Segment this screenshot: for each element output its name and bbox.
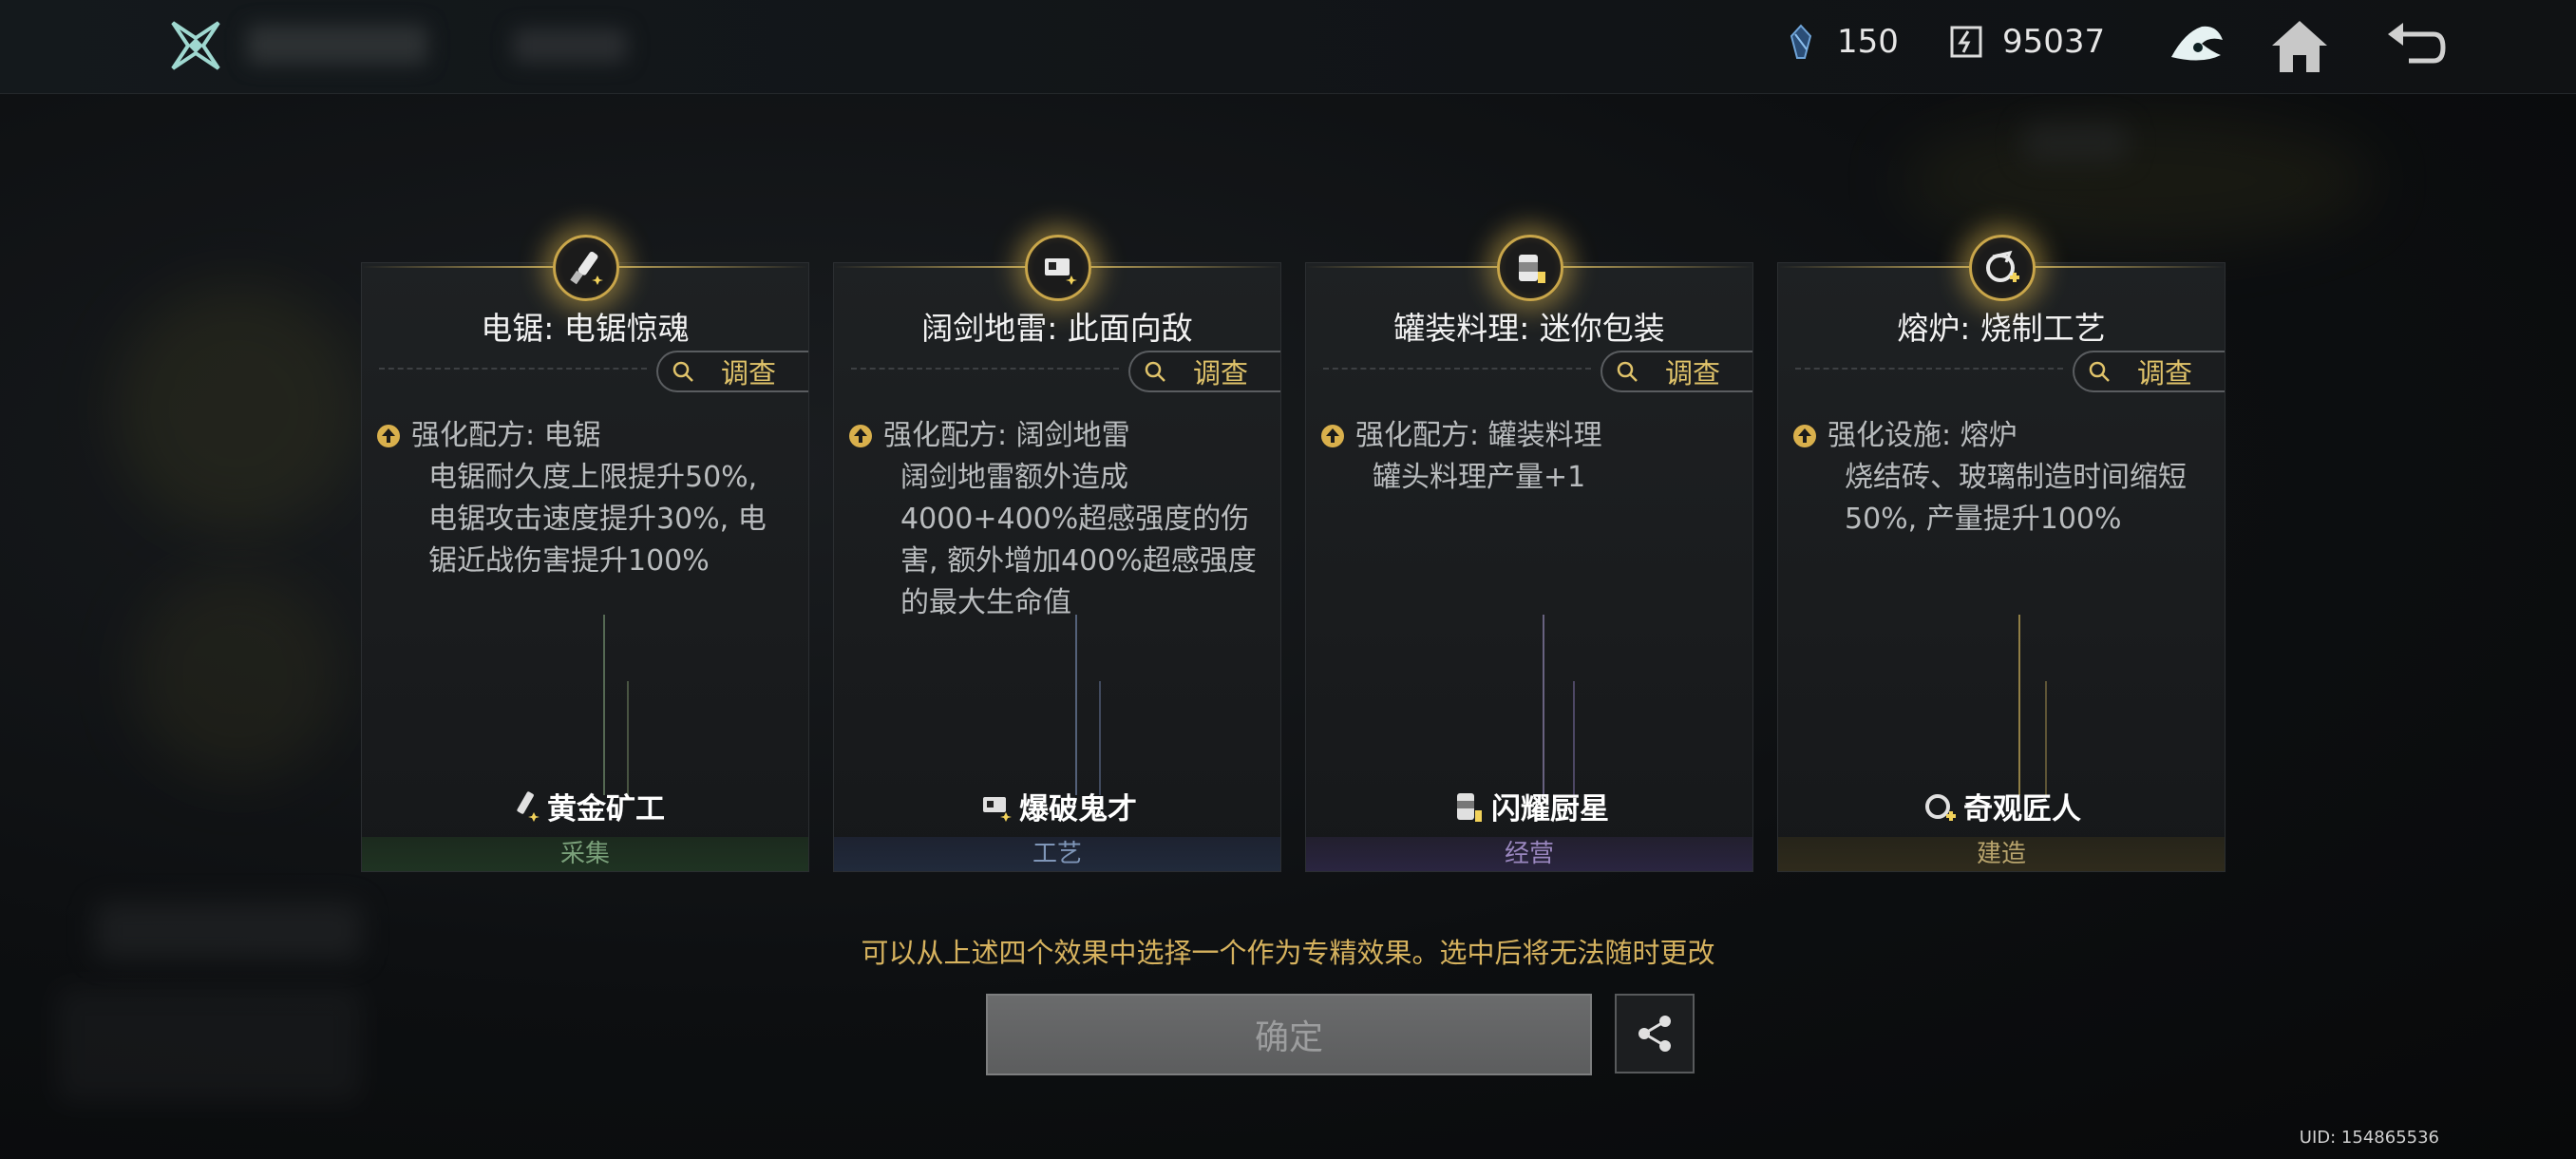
card-emblem [1025, 235, 1091, 301]
top-bar: 150 95037 [0, 0, 2576, 94]
upgrade-icon [377, 425, 400, 447]
card-description: 强化设施: 熔炉 烧结砖、玻璃制造时间缩短50%, 产量提升100% [1791, 415, 2204, 541]
role-name: 爆破鬼才 [1019, 792, 1137, 826]
investigate-label: 调查 [1193, 357, 1249, 390]
effect-card-canned-food[interactable]: 罐装料理: 迷你包装 调查 强化配方: 罐装料理 罐头料理产量+1 闪耀厨星 经… [1305, 235, 1753, 872]
uid-label: UID: 154865536 [2299, 1128, 2439, 1148]
divider [1795, 368, 2063, 370]
investigate-label: 调查 [721, 357, 777, 390]
description-head: 强化配方: 罐装料理 [1355, 419, 1602, 452]
description-body: 电锯耐久度上限提升50%, 电锯攻击速度提升30%, 电锯近战伤害提升100% [428, 461, 767, 578]
confirm-button[interactable]: 确定 [986, 994, 1592, 1075]
description-head: 强化设施: 熔炉 [1828, 419, 2017, 452]
card-emblem [1969, 235, 2036, 301]
can-icon [1519, 255, 1545, 283]
upgrade-icon [849, 425, 872, 447]
role-name: 闪耀厨星 [1491, 792, 1609, 826]
glow-rays [2018, 615, 2047, 795]
card-title: 阔剑地雷: 此面向敌 [921, 310, 1193, 347]
upgrade-icon [1321, 425, 1344, 447]
chainsaw-icon [570, 251, 603, 285]
blurred-subtitle [513, 28, 627, 63]
card-emblem [1497, 235, 1563, 301]
effect-card-claymore[interactable]: 阔剑地雷: 此面向敌 调查 强化配方: 阔剑地雷 阔剑地雷额外造成4000+40… [833, 235, 1281, 872]
investigate-label: 调查 [1665, 357, 1721, 390]
card-description: 强化配方: 电锯 电锯耐久度上限提升50%, 电锯攻击速度提升30%, 电锯近战… [375, 415, 787, 582]
share-icon [1638, 1016, 1671, 1052]
investigate-button[interactable]: 调查 [1601, 351, 1752, 392]
description-body: 烧结砖、玻璃制造时间缩短50%, 产量提升100% [1845, 461, 2187, 536]
currency-b: 95037 [1947, 23, 2105, 61]
currency-a: 150 [1782, 23, 1899, 61]
category-bar: 工艺 [834, 837, 1280, 871]
divider [851, 368, 1119, 370]
currency-b-value: 95037 [2002, 23, 2106, 61]
divider [1323, 368, 1591, 370]
effect-card-furnace[interactable]: 熔炉: 烧制工艺 调查 强化设施: 熔炉 烧结砖、玻璃制造时间缩短50%, 产量… [1777, 235, 2226, 872]
card-emblem [553, 235, 619, 301]
divider [379, 368, 647, 370]
emblem-menu-icon[interactable] [2164, 13, 2230, 80]
card-title: 罐装料理: 迷你包装 [1393, 310, 1665, 347]
role-name: 奇观匠人 [1963, 792, 2081, 826]
description-body: 阔剑地雷额外造成4000+400%超感强度的伤害, 额外增加400%超感强度的最… [900, 461, 1257, 619]
search-icon [1145, 361, 1165, 382]
background-blur [57, 988, 361, 1102]
investigate-button[interactable]: 调查 [1128, 351, 1280, 392]
background-blur [133, 570, 342, 779]
description-head: 强化配方: 阔剑地雷 [883, 419, 1130, 452]
game-logo-icon [171, 21, 220, 70]
card-title: 熔炉: 烧制工艺 [1897, 310, 2106, 347]
glow-rays [603, 615, 629, 795]
share-button[interactable] [1615, 994, 1695, 1074]
glow-rays [1075, 615, 1101, 795]
search-icon [672, 361, 693, 382]
description-body: 罐头料理产量+1 [1373, 461, 1586, 494]
confirm-label: 确定 [1254, 1018, 1323, 1057]
investigate-button[interactable]: 调查 [2073, 351, 2225, 392]
role-label: 爆破鬼才 [834, 785, 1280, 827]
investigate-button[interactable]: 调查 [656, 351, 808, 392]
crystal-icon [1790, 24, 1812, 59]
card-description: 强化配方: 阔剑地雷 阔剑地雷额外造成4000+400%超感强度的伤害, 额外增… [847, 415, 1260, 624]
card-description: 强化配方: 罐装料理 罐头料理产量+1 [1319, 415, 1732, 499]
investigate-label: 调查 [2137, 357, 2193, 390]
category-bar: 经营 [1306, 837, 1752, 871]
search-icon [1617, 361, 1638, 382]
energy-icon [1950, 26, 1982, 58]
blurred-title [247, 25, 427, 65]
back-icon[interactable] [2382, 13, 2449, 80]
role-label: 奇观匠人 [1778, 785, 2225, 827]
furnace-icon [1986, 250, 2019, 282]
role-label: 黄金矿工 [362, 785, 808, 827]
category-bar: 建造 [1778, 837, 2225, 871]
home-icon[interactable] [2266, 13, 2333, 80]
miner-icon [517, 790, 540, 822]
chef-icon [1457, 792, 1482, 822]
effect-card-chainsaw[interactable]: 电锯: 电锯惊魂 调查 强化配方: 电锯 电锯耐久度上限提升50%, 电锯攻击速… [361, 235, 809, 872]
currency-a-value: 150 [1837, 23, 1899, 61]
upgrade-icon [1793, 425, 1816, 447]
description-head: 强化配方: 电锯 [411, 419, 601, 452]
demolition-icon [983, 796, 1012, 822]
card-title: 电锯: 电锯惊魂 [481, 310, 690, 347]
craftsman-icon [1925, 793, 1956, 821]
category-bar: 采集 [362, 837, 808, 871]
role-label: 闪耀厨星 [1306, 785, 1752, 827]
search-icon [2089, 361, 2110, 382]
background-blur [1900, 114, 2375, 247]
selection-notice: 可以从上述四个效果中选择一个作为专精效果。选中后将无法随时更改 [861, 937, 1715, 969]
glow-rays [1543, 615, 1575, 795]
background-blur [2023, 124, 2128, 162]
claymore-icon [1045, 258, 1077, 285]
role-name: 黄金矿工 [547, 792, 665, 826]
background-blur [114, 285, 361, 532]
